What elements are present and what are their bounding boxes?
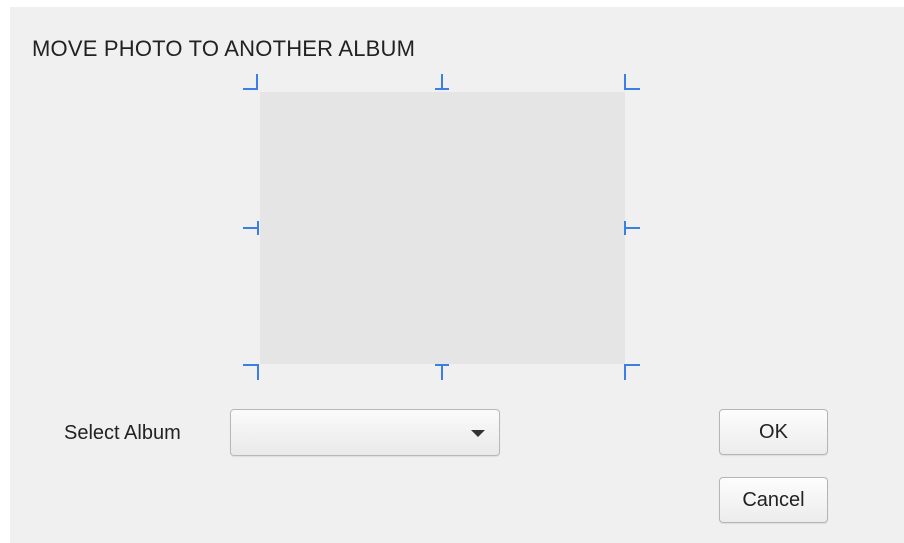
- crop-handle-bottom-center[interactable]: [434, 364, 450, 380]
- ok-button[interactable]: OK: [719, 409, 828, 455]
- crop-handle-top-right[interactable]: [624, 74, 640, 90]
- cancel-button[interactable]: Cancel: [719, 477, 828, 523]
- crop-handle-top-left[interactable]: [243, 74, 259, 90]
- crop-handle-middle-right[interactable]: [624, 220, 640, 236]
- crop-handle-bottom-left[interactable]: [243, 364, 259, 380]
- album-dropdown[interactable]: [230, 409, 500, 456]
- dialog-title: MOVE PHOTO TO ANOTHER ALBUM: [32, 36, 416, 61]
- select-album-label: Select Album: [64, 422, 181, 444]
- crop-handle-top-center[interactable]: [434, 74, 450, 90]
- crop-handle-middle-left[interactable]: [243, 220, 259, 236]
- chevron-down-icon: [471, 430, 485, 437]
- crop-handle-bottom-right[interactable]: [624, 364, 640, 380]
- photo-preview-area: [260, 92, 625, 364]
- move-photo-dialog: MOVE PHOTO TO ANOTHER ALBUM Select Album…: [10, 7, 904, 543]
